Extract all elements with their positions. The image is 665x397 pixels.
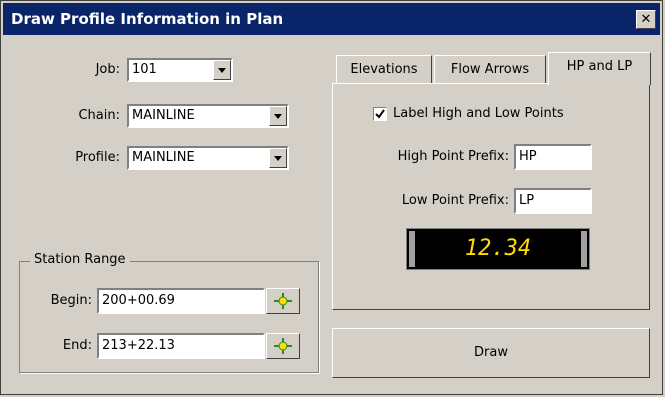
station-range-title: Station Range — [30, 252, 130, 267]
crosshair-pick-icon — [274, 293, 292, 309]
pick-begin-button[interactable] — [266, 288, 300, 314]
tab-elevations-label: Elevations — [350, 62, 418, 77]
low-point-prefix-value: LP — [519, 193, 535, 208]
profile-value: MAINLINE — [132, 150, 195, 165]
chevron-down-icon[interactable] — [269, 148, 287, 168]
draw-button-label: Draw — [474, 345, 508, 360]
tab-flow-arrows[interactable]: Flow Arrows — [434, 55, 546, 83]
close-button[interactable]: ✕ — [636, 10, 656, 29]
begin-station-input[interactable]: 200+00.69 — [97, 288, 265, 314]
crosshair-pick-icon — [274, 338, 292, 354]
low-point-prefix-input[interactable]: LP — [514, 188, 592, 214]
profile-combobox[interactable]: MAINLINE — [127, 146, 289, 170]
chain-combobox[interactable]: MAINLINE — [127, 104, 289, 128]
chevron-down-icon[interactable] — [269, 106, 287, 126]
high-point-prefix-label: High Point Prefix: — [397, 149, 509, 164]
end-station-value: 213+22.13 — [102, 338, 175, 353]
job-label: Job: — [95, 62, 120, 77]
begin-label: Begin: — [50, 293, 92, 308]
pick-end-button[interactable] — [266, 333, 300, 359]
chain-label: Chain: — [78, 108, 120, 123]
end-label: End: — [62, 338, 92, 353]
label-preview-display: 12.34 — [406, 228, 590, 270]
preview-value: 12.34 — [464, 236, 532, 261]
job-combobox[interactable]: 101 — [127, 58, 233, 82]
close-icon: ✕ — [640, 12, 652, 27]
high-point-prefix-value: HP — [519, 149, 537, 164]
job-value: 101 — [132, 62, 157, 77]
low-point-prefix-label: Low Point Prefix: — [401, 193, 509, 208]
draw-button[interactable]: Draw — [332, 328, 650, 378]
checkmark-icon — [375, 109, 385, 119]
tab-hp-and-lp-label: HP and LP — [566, 59, 633, 74]
window-title: Draw Profile Information in Plan — [11, 10, 284, 28]
high-point-prefix-input[interactable]: HP — [514, 144, 592, 170]
tab-flow-arrows-label: Flow Arrows — [450, 62, 530, 77]
chevron-down-icon[interactable] — [213, 60, 231, 80]
begin-station-value: 200+00.69 — [102, 293, 175, 308]
title-bar[interactable]: Draw Profile Information in Plan ✕ — [3, 3, 660, 35]
end-station-input[interactable]: 213+22.13 — [97, 333, 265, 359]
label-high-low-checkbox[interactable] — [373, 107, 387, 121]
profile-label: Profile: — [75, 150, 120, 165]
label-high-low-text: Label High and Low Points — [393, 106, 564, 121]
chain-value: MAINLINE — [132, 108, 195, 123]
tab-elevations[interactable]: Elevations — [336, 55, 432, 83]
tab-hp-and-lp[interactable]: HP and LP — [548, 52, 651, 85]
